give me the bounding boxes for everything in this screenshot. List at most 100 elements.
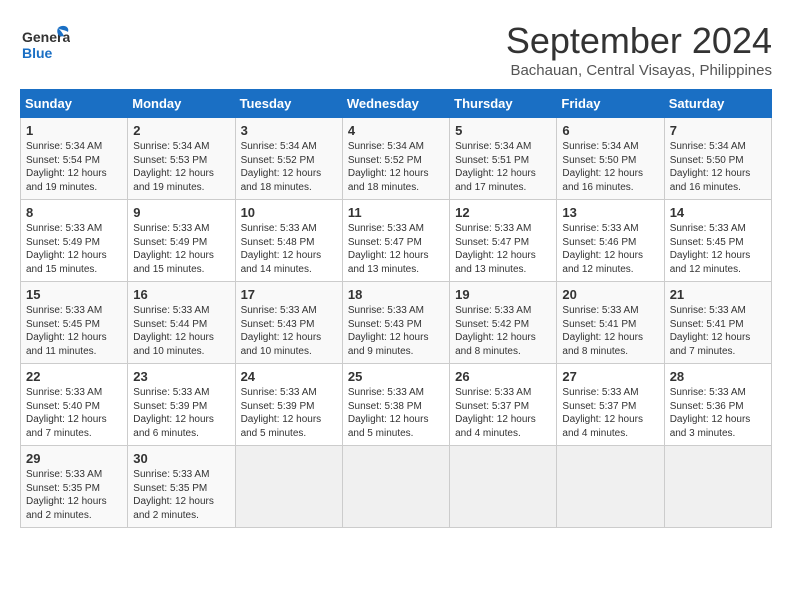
- page-header: General Blue September 2024 Bachauan, Ce…: [20, 20, 772, 79]
- day-number: 16: [133, 287, 229, 302]
- day-cell: 29 Sunrise: 5:33 AMSunset: 5:35 PMDayligh…: [21, 446, 128, 528]
- day-cell: 18Sunrise: 5:33 AMSunset: 5:43 PMDayligh…: [342, 282, 449, 364]
- day-number: 11: [348, 205, 444, 220]
- day-info: Sunrise: 5:33 AMSunset: 5:47 PMDaylight:…: [348, 222, 444, 276]
- day-info: Sunrise: 5:33 AMSunset: 5:36 PMDaylight:…: [670, 386, 766, 440]
- day-info: Sunrise: 5:33 AMSunset: 5:40 PMDaylight:…: [26, 386, 122, 440]
- day-info: Sunrise: 5:34 AMSunset: 5:52 PMDaylight:…: [241, 140, 337, 194]
- day-info: Sunrise: 5:33 AMSunset: 5:49 PMDaylight:…: [26, 222, 122, 276]
- svg-text:General: General: [22, 29, 70, 45]
- day-cell: 30 Sunrise: 5:33 AMSunset: 5:35 PMDayligh…: [128, 446, 235, 528]
- column-header-tuesday: Tuesday: [235, 90, 342, 118]
- day-cell: 13 Sunrise: 5:33 AMSunset: 5:46 PMDayligh…: [557, 200, 664, 282]
- day-cell: 19 Sunrise: 5:33 AMSunset: 5:42 PMDayligh…: [450, 282, 557, 364]
- location-subtitle: Bachauan, Central Visayas, Philippines: [506, 62, 772, 79]
- day-info: Sunrise: 5:33 AMSunset: 5:42 PMDaylight:…: [455, 304, 551, 358]
- day-number: 25: [348, 369, 444, 384]
- day-info: Sunrise: 5:33 AMSunset: 5:48 PMDaylight:…: [241, 222, 337, 276]
- day-cell: 7Sunrise: 5:34 AMSunset: 5:50 PMDaylight…: [664, 118, 771, 200]
- calendar-week-row: 1 Sunrise: 5:34 AMSunset: 5:54 PMDaylight…: [21, 118, 772, 200]
- column-header-saturday: Saturday: [664, 90, 771, 118]
- day-number: 27: [562, 369, 658, 384]
- day-number: 20: [562, 287, 658, 302]
- column-header-wednesday: Wednesday: [342, 90, 449, 118]
- day-info: Sunrise: 5:33 AMSunset: 5:35 PMDaylight:…: [26, 468, 122, 522]
- calendar-week-row: 15 Sunrise: 5:33 AMSunset: 5:45 PMDayligh…: [21, 282, 772, 364]
- day-number: 13: [562, 205, 658, 220]
- day-number: 28: [670, 369, 766, 384]
- day-info: Sunrise: 5:33 AMSunset: 5:44 PMDaylight:…: [133, 304, 229, 358]
- day-number: 9: [133, 205, 229, 220]
- day-number: 18: [348, 287, 444, 302]
- empty-cell: [235, 446, 342, 528]
- day-cell: 28 Sunrise: 5:33 AMSunset: 5:36 PMDayligh…: [664, 364, 771, 446]
- day-cell: 21 Sunrise: 5:33 AMSunset: 5:41 PMDayligh…: [664, 282, 771, 364]
- day-number: 19: [455, 287, 551, 302]
- day-number: 24: [241, 369, 337, 384]
- day-cell: 5 Sunrise: 5:34 AMSunset: 5:51 PMDaylight…: [450, 118, 557, 200]
- day-info: Sunrise: 5:34 AMSunset: 5:54 PMDaylight:…: [26, 140, 122, 194]
- month-title: September 2024: [506, 20, 772, 62]
- day-cell: 8 Sunrise: 5:33 AMSunset: 5:49 PMDaylight…: [21, 200, 128, 282]
- day-cell: 17Sunrise: 5:33 AMSunset: 5:43 PMDayligh…: [235, 282, 342, 364]
- day-info: Sunrise: 5:34 AMSunset: 5:51 PMDaylight:…: [455, 140, 551, 194]
- day-cell: 10Sunrise: 5:33 AMSunset: 5:48 PMDayligh…: [235, 200, 342, 282]
- empty-cell: [557, 446, 664, 528]
- calendar-header-row: SundayMondayTuesdayWednesdayThursdayFrid…: [21, 90, 772, 118]
- day-cell: 2 Sunrise: 5:34 AMSunset: 5:53 PMDaylight…: [128, 118, 235, 200]
- day-number: 29: [26, 451, 122, 466]
- day-cell: 16 Sunrise: 5:33 AMSunset: 5:44 PMDayligh…: [128, 282, 235, 364]
- day-info: Sunrise: 5:33 AMSunset: 5:41 PMDaylight:…: [562, 304, 658, 358]
- logo: General Blue: [20, 20, 70, 75]
- empty-cell: [450, 446, 557, 528]
- day-number: 30: [133, 451, 229, 466]
- day-number: 23: [133, 369, 229, 384]
- day-cell: 14Sunrise: 5:33 AMSunset: 5:45 PMDayligh…: [664, 200, 771, 282]
- day-cell: 4 Sunrise: 5:34 AMSunset: 5:52 PMDaylight…: [342, 118, 449, 200]
- day-cell: 23 Sunrise: 5:33 AMSunset: 5:39 PMDayligh…: [128, 364, 235, 446]
- day-info: Sunrise: 5:33 AMSunset: 5:46 PMDaylight:…: [562, 222, 658, 276]
- day-info: Sunrise: 5:33 AMSunset: 5:49 PMDaylight:…: [133, 222, 229, 276]
- day-cell: 20 Sunrise: 5:33 AMSunset: 5:41 PMDayligh…: [557, 282, 664, 364]
- day-number: 3: [241, 123, 337, 138]
- calendar-week-row: 8 Sunrise: 5:33 AMSunset: 5:49 PMDaylight…: [21, 200, 772, 282]
- day-info: Sunrise: 5:34 AMSunset: 5:50 PMDaylight:…: [670, 140, 766, 194]
- day-number: 8: [26, 205, 122, 220]
- day-cell: 27 Sunrise: 5:33 AMSunset: 5:37 PMDayligh…: [557, 364, 664, 446]
- day-cell: 6 Sunrise: 5:34 AMSunset: 5:50 PMDaylight…: [557, 118, 664, 200]
- day-cell: 25 Sunrise: 5:33 AMSunset: 5:38 PMDayligh…: [342, 364, 449, 446]
- day-cell: 22 Sunrise: 5:33 AMSunset: 5:40 PMDayligh…: [21, 364, 128, 446]
- empty-cell: [664, 446, 771, 528]
- day-cell: 26Sunrise: 5:33 AMSunset: 5:37 PMDayligh…: [450, 364, 557, 446]
- day-number: 12: [455, 205, 551, 220]
- day-number: 5: [455, 123, 551, 138]
- column-header-thursday: Thursday: [450, 90, 557, 118]
- day-info: Sunrise: 5:33 AMSunset: 5:45 PMDaylight:…: [26, 304, 122, 358]
- day-number: 2: [133, 123, 229, 138]
- day-info: Sunrise: 5:33 AMSunset: 5:39 PMDaylight:…: [133, 386, 229, 440]
- day-info: Sunrise: 5:33 AMSunset: 5:35 PMDaylight:…: [133, 468, 229, 522]
- day-info: Sunrise: 5:33 AMSunset: 5:45 PMDaylight:…: [670, 222, 766, 276]
- day-info: Sunrise: 5:33 AMSunset: 5:47 PMDaylight:…: [455, 222, 551, 276]
- day-info: Sunrise: 5:33 AMSunset: 5:37 PMDaylight:…: [562, 386, 658, 440]
- day-info: Sunrise: 5:33 AMSunset: 5:38 PMDaylight:…: [348, 386, 444, 440]
- logo-icon: General Blue: [20, 20, 70, 70]
- day-number: 15: [26, 287, 122, 302]
- calendar-table: SundayMondayTuesdayWednesdayThursdayFrid…: [20, 89, 772, 528]
- day-info: Sunrise: 5:33 AMSunset: 5:41 PMDaylight:…: [670, 304, 766, 358]
- calendar-week-row: 29 Sunrise: 5:33 AMSunset: 5:35 PMDayligh…: [21, 446, 772, 528]
- day-number: 6: [562, 123, 658, 138]
- day-number: 21: [670, 287, 766, 302]
- day-info: Sunrise: 5:34 AMSunset: 5:53 PMDaylight:…: [133, 140, 229, 194]
- day-info: Sunrise: 5:34 AMSunset: 5:52 PMDaylight:…: [348, 140, 444, 194]
- day-number: 1: [26, 123, 122, 138]
- day-cell: 3 Sunrise: 5:34 AMSunset: 5:52 PMDaylight…: [235, 118, 342, 200]
- day-number: 22: [26, 369, 122, 384]
- column-header-monday: Monday: [128, 90, 235, 118]
- title-area: September 2024 Bachauan, Central Visayas…: [506, 20, 772, 79]
- day-cell: 11 Sunrise: 5:33 AMSunset: 5:47 PMDayligh…: [342, 200, 449, 282]
- day-info: Sunrise: 5:33 AMSunset: 5:39 PMDaylight:…: [241, 386, 337, 440]
- day-info: Sunrise: 5:33 AMSunset: 5:37 PMDaylight:…: [455, 386, 551, 440]
- day-info: Sunrise: 5:34 AMSunset: 5:50 PMDaylight:…: [562, 140, 658, 194]
- day-number: 4: [348, 123, 444, 138]
